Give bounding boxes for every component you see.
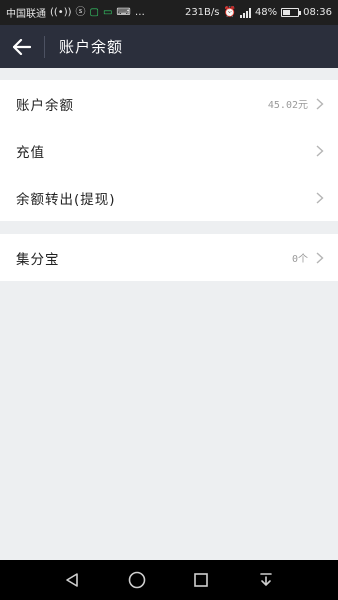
status-bar: 中国联通 ((•)) ⓢ ▢ ▭ ⌨ … 231B/s ⏰ 48% 08:36: [0, 0, 338, 25]
carrier-label: 中国联通: [6, 9, 46, 20]
nav-home-button[interactable]: [122, 565, 152, 595]
pull-down-icon: [259, 573, 272, 587]
triangle-back-icon: [66, 573, 79, 587]
hotspot-icon: ((•)): [50, 6, 72, 18]
title-bar: 账户余额: [0, 25, 338, 68]
more-icon: …: [134, 6, 145, 18]
message-icon: ▭: [102, 6, 113, 18]
back-arrow-icon: [13, 38, 31, 55]
balance-value: 45.02元: [267, 100, 308, 111]
jifenbao-row[interactable]: 集分宝 0个: [0, 234, 338, 281]
square-recents-icon: [194, 573, 209, 587]
balance-row[interactable]: 账户余额 45.02元: [0, 80, 338, 127]
alarm-icon: ⏰: [223, 6, 236, 18]
balance-menu-group: 账户余额 45.02元 充值 余额转出(提现): [0, 80, 338, 221]
signal-icon: [239, 7, 251, 18]
title-divider: [44, 35, 45, 58]
chevron-right-icon: [316, 191, 324, 204]
balance-label: 账户余额: [16, 97, 74, 114]
jifenbao-label: 集分宝: [16, 251, 60, 268]
back-button[interactable]: [0, 25, 44, 68]
nav-notification-button[interactable]: [251, 565, 281, 595]
circle-home-icon: [128, 571, 146, 589]
vpn-icon: ⓢ: [75, 6, 86, 18]
withdraw-row[interactable]: 余额转出(提现): [0, 174, 338, 221]
keyboard-icon: ⌨: [116, 6, 131, 18]
battery-icon: [281, 8, 302, 17]
chevron-right-icon: [316, 251, 324, 264]
navigation-bar: [0, 560, 338, 600]
recharge-label: 充值: [16, 144, 45, 161]
network-speed: 231B/s: [184, 7, 220, 18]
jifenbao-value: 0个: [291, 254, 308, 265]
nav-recents-button[interactable]: [186, 565, 216, 595]
clock: 08:36: [303, 7, 332, 18]
nav-back-button[interactable]: [57, 565, 87, 595]
withdraw-label: 余额转出(提现): [16, 191, 116, 208]
chevron-right-icon: [316, 144, 324, 157]
points-menu-group: 集分宝 0个: [0, 234, 338, 281]
wechat-icon: ▢: [89, 6, 99, 18]
chevron-right-icon: [316, 97, 324, 110]
page-title: 账户余额: [59, 38, 124, 56]
battery-percent: 48%: [254, 7, 278, 18]
recharge-row[interactable]: 充值: [0, 127, 338, 174]
